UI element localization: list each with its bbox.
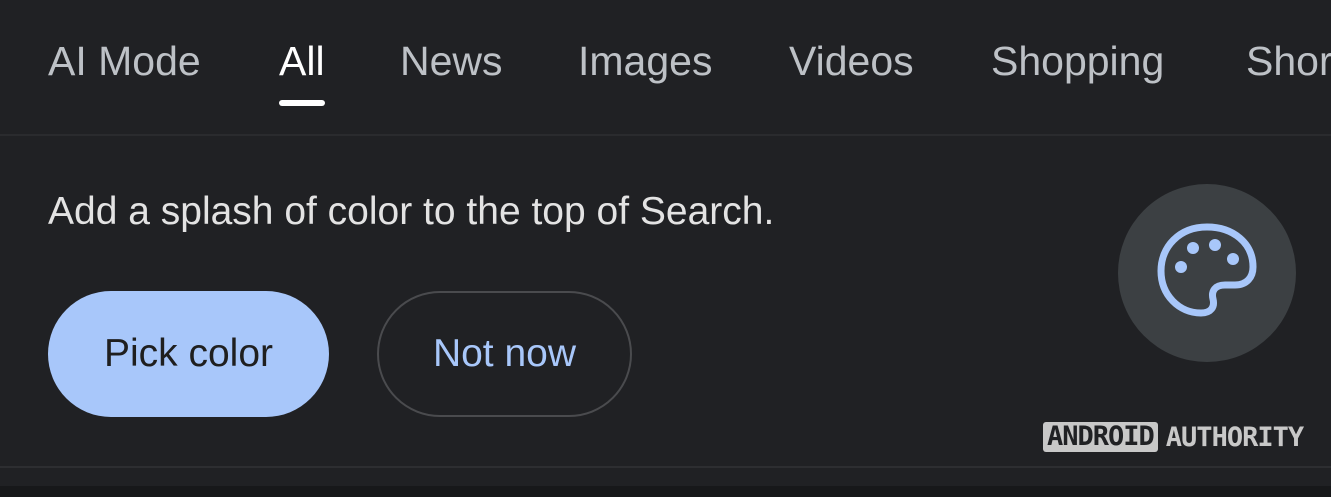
watermark-box-text: ANDROID (1043, 422, 1158, 452)
tab-shorts[interactable]: Shor (1246, 38, 1331, 85)
not-now-button[interactable]: Not now (377, 291, 632, 417)
section-divider (0, 466, 1331, 468)
promo-message: Add a splash of color to the top of Sear… (48, 190, 775, 233)
search-tabs-bar: AI Mode All News Images Videos Shopping … (0, 0, 1331, 136)
pick-color-button[interactable]: Pick color (48, 291, 329, 417)
watermark: ANDROID AUTHORITY (1043, 421, 1304, 453)
palette-icon (1157, 223, 1257, 317)
tab-all[interactable]: All (279, 38, 325, 106)
tab-news[interactable]: News (400, 38, 503, 85)
bottom-strip (0, 486, 1331, 497)
palette-icon-container (1118, 184, 1296, 362)
tab-shopping[interactable]: Shopping (991, 38, 1164, 85)
watermark-text: AUTHORITY (1165, 421, 1304, 453)
tab-videos[interactable]: Videos (789, 38, 914, 85)
tab-all-label: All (279, 38, 325, 84)
active-tab-indicator (279, 100, 325, 106)
tab-images[interactable]: Images (578, 38, 712, 85)
tab-ai-mode[interactable]: AI Mode (48, 38, 201, 85)
